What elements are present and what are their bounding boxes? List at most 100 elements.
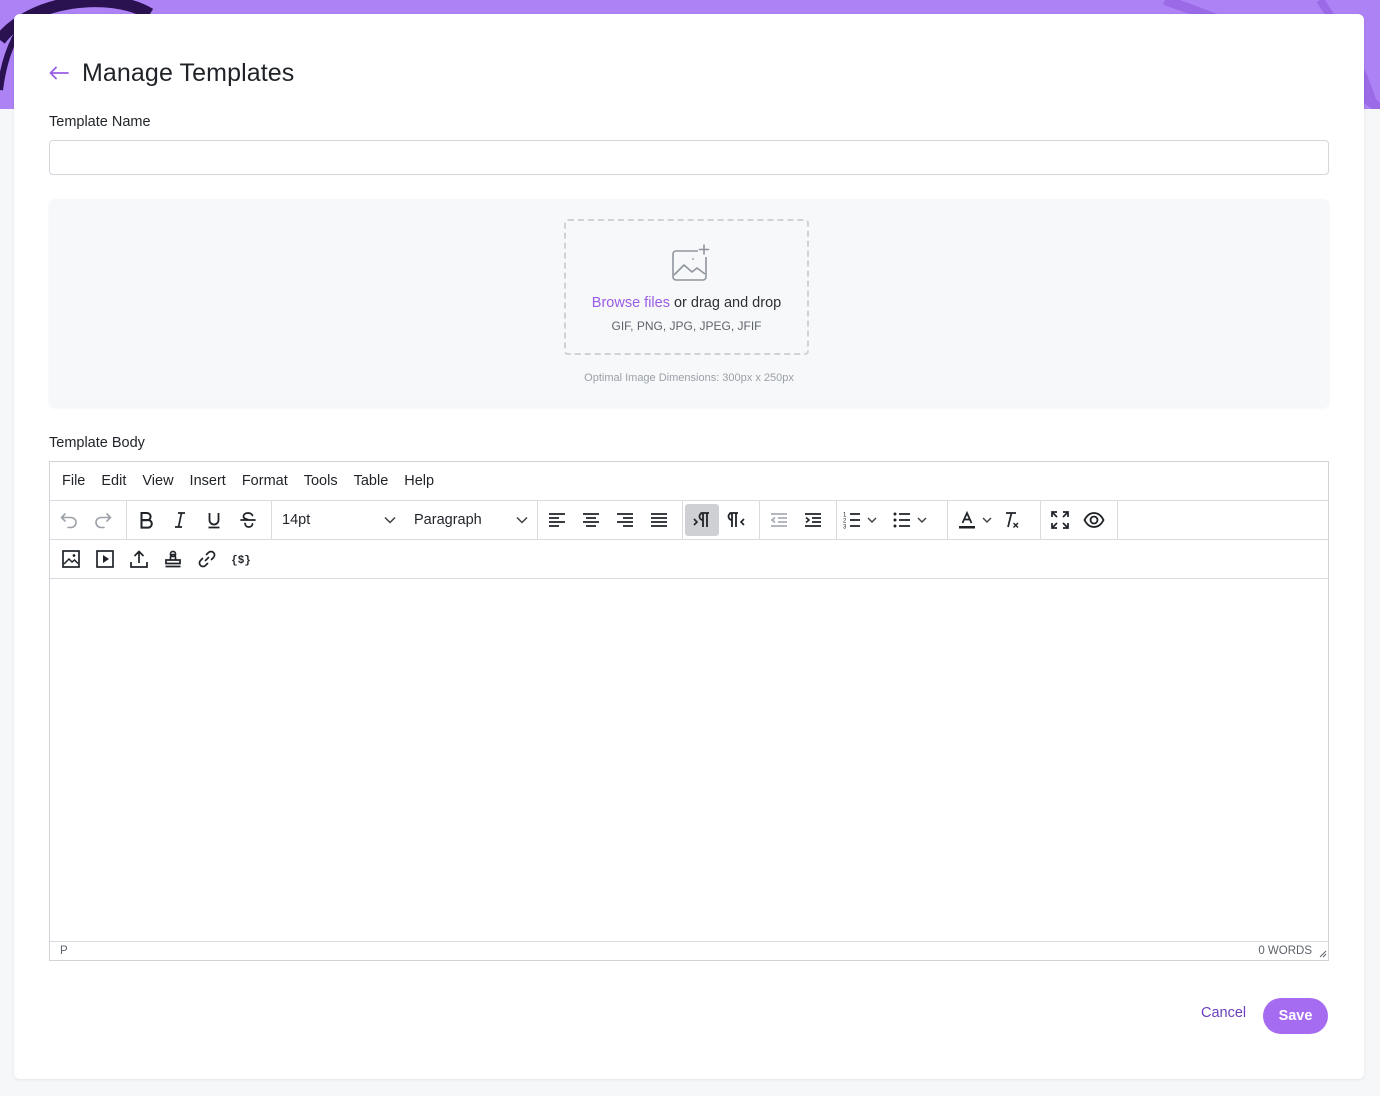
italic-icon — [175, 512, 185, 528]
editor-statusbar: P 0 WORDS — [50, 941, 1328, 959]
image-icon — [62, 550, 80, 568]
menu-help[interactable]: Help — [396, 473, 442, 489]
menu-file[interactable]: File — [54, 473, 93, 489]
editor-menubar: File Edit View Insert Format Tools Table… — [50, 462, 1328, 501]
bullet-list-button[interactable] — [889, 504, 915, 536]
outdent-icon — [770, 513, 787, 527]
bold-button[interactable] — [129, 504, 163, 536]
align-center-icon — [583, 513, 599, 527]
cancel-button[interactable]: Cancel — [1201, 1005, 1246, 1021]
chevron-down-icon — [917, 517, 927, 523]
allowed-file-types: GIF, PNG, JPG, JPEG, JFIF — [611, 319, 762, 333]
align-right-icon — [617, 513, 633, 527]
text-color-options[interactable] — [980, 504, 994, 536]
back-button[interactable] — [48, 62, 70, 84]
redo-button[interactable] — [86, 504, 120, 536]
view-group — [1041, 501, 1118, 539]
block-format-select[interactable]: Paragraph — [404, 504, 536, 536]
menu-table[interactable]: Table — [346, 473, 397, 489]
upload-button[interactable] — [122, 543, 156, 575]
align-center-button[interactable] — [574, 504, 608, 536]
bold-icon — [140, 512, 153, 529]
align-justify-icon — [651, 513, 667, 527]
element-path[interactable]: P — [60, 945, 68, 957]
indent-button[interactable] — [796, 504, 830, 536]
template-name-label: Template Name — [49, 114, 151, 130]
rtl-button[interactable] — [719, 504, 753, 536]
text-color-icon — [959, 510, 975, 529]
font-format-group: 14pt Paragraph — [272, 501, 538, 539]
drag-drop-text: or drag and drop — [669, 295, 782, 311]
image-upload-panel: Browse files or drag and drop GIF, PNG, … — [49, 199, 1329, 407]
block-format-value: Paragraph — [414, 512, 482, 528]
undo-icon — [60, 513, 77, 529]
fullscreen-button[interactable] — [1043, 504, 1077, 536]
editor-toolbar-row1: 14pt Paragraph 1 2 3 — [50, 501, 1328, 540]
chevron-down-icon — [384, 516, 396, 524]
indent-group — [760, 501, 837, 539]
insert-variable-button[interactable]: {$} — [224, 543, 258, 575]
align-right-button[interactable] — [608, 504, 642, 536]
stamp-icon — [165, 550, 181, 568]
underline-icon — [208, 513, 220, 529]
align-justify-button[interactable] — [642, 504, 676, 536]
chevron-down-icon — [867, 517, 877, 523]
paragraph-ltr-icon — [693, 512, 709, 527]
rich-text-editor: File Edit View Insert Format Tools Table… — [49, 461, 1329, 961]
template-name-input[interactable] — [49, 140, 1329, 175]
clear-formatting-button[interactable] — [994, 504, 1028, 536]
bullet-list-icon — [893, 512, 910, 528]
menu-edit[interactable]: Edit — [93, 473, 134, 489]
numbered-list-options[interactable] — [865, 504, 879, 536]
ltr-button[interactable] — [685, 504, 719, 536]
insert-media-button[interactable] — [88, 543, 122, 575]
word-count[interactable]: 0 WORDS — [1258, 945, 1312, 957]
manage-templates-card: Manage Templates Template Name Browse fi… — [14, 14, 1364, 1079]
menu-format[interactable]: Format — [234, 473, 296, 489]
clear-formatting-icon — [1006, 512, 1019, 528]
save-button[interactable]: Save — [1263, 998, 1328, 1034]
page-header: Manage Templates — [48, 58, 294, 88]
stamp-button[interactable] — [156, 543, 190, 575]
numbered-list-icon: 123 — [843, 513, 860, 531]
editor-content-area[interactable] — [50, 579, 1328, 941]
numbered-list-button[interactable]: 123 — [839, 504, 865, 536]
image-dimensions-hint: Optimal Image Dimensions: 300px x 250px — [584, 372, 794, 384]
arrow-left-icon — [49, 66, 69, 80]
insert-image-button[interactable] — [54, 543, 88, 575]
text-style-group — [127, 501, 272, 539]
preview-button[interactable] — [1077, 504, 1111, 536]
image-dropzone[interactable]: Browse files or drag and drop GIF, PNG, … — [564, 219, 809, 355]
indent-icon — [805, 513, 821, 527]
insert-link-button[interactable] — [190, 543, 224, 575]
bullet-list-options[interactable] — [915, 504, 929, 536]
align-left-icon — [549, 513, 565, 527]
browse-files-link[interactable]: Browse files — [592, 295, 670, 311]
editor-toolbar-row2: {$} — [50, 540, 1328, 579]
video-icon — [96, 550, 114, 568]
font-size-select[interactable]: 14pt — [272, 504, 404, 536]
italic-button[interactable] — [163, 504, 197, 536]
strikethrough-button[interactable] — [231, 504, 265, 536]
menu-view[interactable]: View — [134, 473, 181, 489]
menu-tools[interactable]: Tools — [296, 473, 346, 489]
resize-handle-icon[interactable] — [1318, 949, 1327, 958]
variable-braces-icon: {$} — [231, 555, 251, 567]
svg-text:3: 3 — [843, 525, 847, 531]
dropzone-instructions: Browse files or drag and drop — [566, 295, 807, 311]
redo-icon — [95, 513, 112, 529]
chevron-down-icon — [516, 516, 528, 524]
image-add-icon — [672, 243, 710, 281]
history-group — [50, 501, 127, 539]
fullscreen-icon — [1051, 511, 1069, 529]
text-color-button[interactable] — [954, 504, 980, 536]
list-group: 123 — [837, 501, 948, 539]
outdent-button[interactable] — [762, 504, 796, 536]
paragraph-rtl-icon — [727, 512, 745, 527]
font-size-value: 14pt — [282, 512, 311, 528]
menu-insert[interactable]: Insert — [182, 473, 234, 489]
underline-button[interactable] — [197, 504, 231, 536]
align-left-button[interactable] — [540, 504, 574, 536]
upload-icon — [130, 550, 148, 568]
undo-button[interactable] — [52, 504, 86, 536]
